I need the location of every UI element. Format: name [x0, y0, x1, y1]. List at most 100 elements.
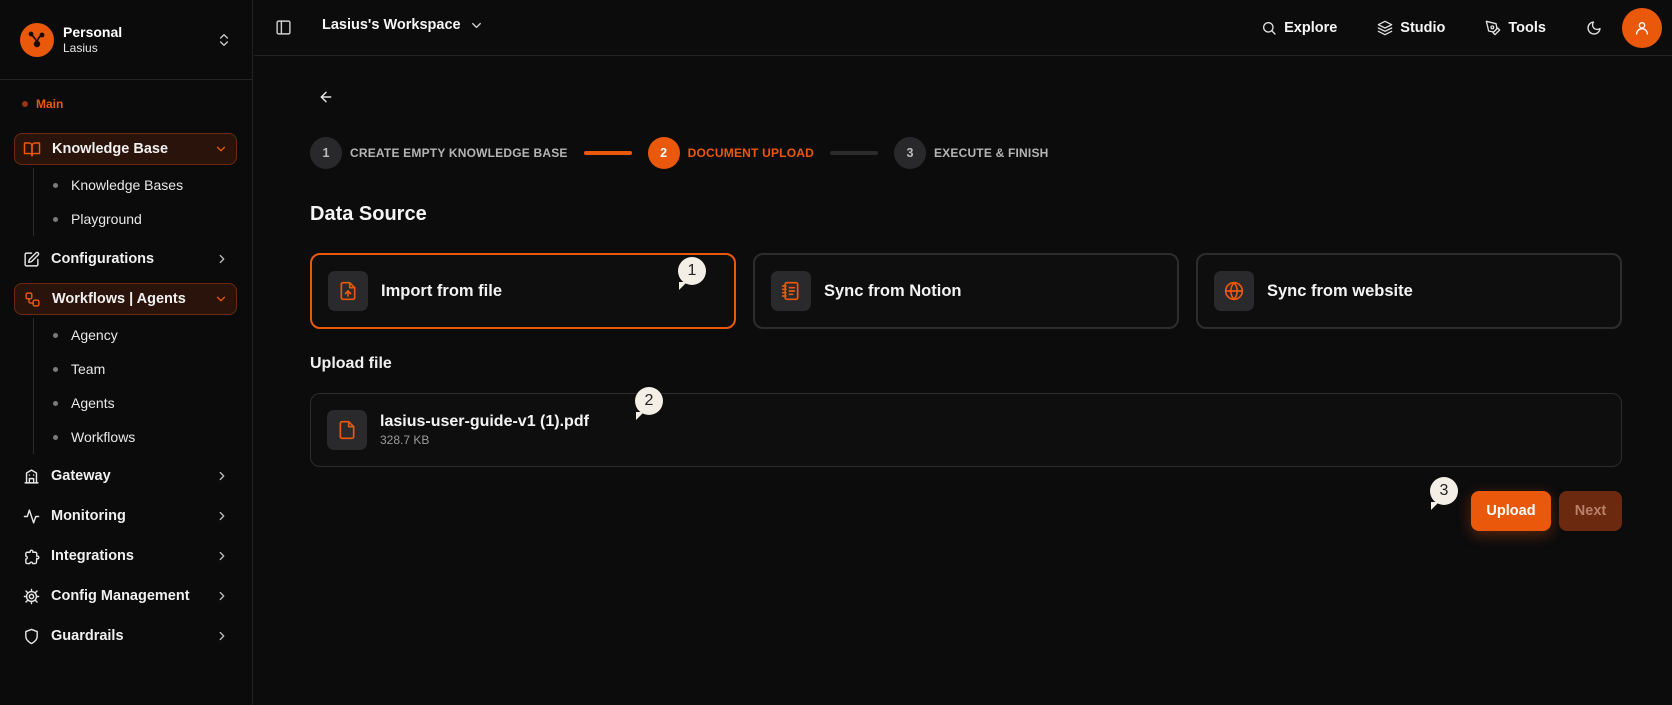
- sidebar-item-monitoring[interactable]: Monitoring: [14, 500, 237, 532]
- nav-explore[interactable]: Explore: [1261, 20, 1337, 36]
- sidebar-item-label: Config Management: [51, 588, 190, 604]
- sidebar-item-workflows[interactable]: Workflows: [34, 420, 135, 454]
- sidebar-item-label: Knowledge Base: [52, 141, 169, 157]
- account-switcher[interactable]: Personal Lasius: [0, 0, 252, 80]
- search-icon: [1261, 20, 1277, 36]
- sidebar-item-config-management[interactable]: Config Management: [14, 580, 237, 612]
- sidebar-item-configurations[interactable]: Configurations: [14, 243, 237, 275]
- sidebar-item-gateway[interactable]: Gateway: [14, 460, 237, 492]
- chevron-right-icon: [215, 589, 229, 603]
- chevron-right-icon: [215, 549, 229, 563]
- step-document-upload: 2 DOCUMENT UPLOAD: [647, 137, 814, 169]
- workflows-submenu: Agency Team Agents Workflows: [33, 318, 135, 454]
- sidebar-item-label: Guardrails: [51, 628, 124, 644]
- globe-icon: [1214, 271, 1254, 311]
- step-number: 2: [647, 137, 680, 169]
- step-execute-finish: 3 EXECUTE & FINISH: [893, 137, 1049, 169]
- step-connector: [829, 151, 878, 155]
- step-label: DOCUMENT UPLOAD: [687, 146, 814, 160]
- nav-studio-label: Studio: [1400, 20, 1446, 36]
- source-label: Sync from website: [1267, 281, 1413, 300]
- data-source-title: Data Source: [310, 203, 427, 225]
- avatar[interactable]: [1622, 8, 1662, 48]
- back-arrow-icon[interactable]: [318, 89, 334, 105]
- chevron-down-icon: [214, 292, 228, 306]
- sidebar-item-playground[interactable]: Playground: [34, 202, 183, 236]
- section-dot: [22, 101, 28, 107]
- workspace-selector[interactable]: Lasius's Workspace: [322, 17, 484, 33]
- nav-explore-label: Explore: [1284, 20, 1338, 36]
- sidebar-item-label: Gateway: [51, 468, 111, 484]
- source-import-from-file[interactable]: Import from file: [310, 253, 736, 329]
- sidebar-item-label: Knowledge Bases: [71, 177, 184, 193]
- annotation-callout-3: 3: [1430, 477, 1458, 510]
- uploaded-file-item[interactable]: lasius-user-guide-v1 (1).pdf 328.7 KB: [310, 393, 1622, 467]
- workflow-icon: [22, 289, 42, 309]
- user-icon: [1634, 20, 1650, 36]
- next-button[interactable]: Next: [1559, 491, 1622, 531]
- chevron-down-icon: [469, 18, 484, 33]
- gear-icon: [21, 586, 41, 606]
- sidebar-item-label: Monitoring: [51, 508, 126, 524]
- sidebar-item-label: Agents: [71, 395, 115, 411]
- sidebar-item-team[interactable]: Team: [34, 352, 135, 386]
- sidebar-section-main: Main: [22, 97, 63, 111]
- step-number: 3: [893, 137, 926, 169]
- book-open-icon: [22, 139, 42, 159]
- source-sync-notion[interactable]: Sync from Notion: [753, 253, 1179, 329]
- sidebar-item-label: Agency: [71, 327, 118, 343]
- sidebar-item-knowledge-base[interactable]: Knowledge Base: [14, 133, 237, 165]
- chevron-right-icon: [215, 252, 229, 266]
- upload-button[interactable]: Upload: [1471, 491, 1551, 531]
- sidebar-item-guardrails[interactable]: Guardrails: [14, 620, 237, 652]
- step-create-knowledge-base: 1 CREATE EMPTY KNOWLEDGE BASE: [310, 137, 568, 169]
- tools-icon: [1485, 20, 1501, 36]
- sidebar-item-label: Integrations: [51, 548, 134, 564]
- chevron-down-icon: [214, 142, 228, 156]
- notebook-icon: [771, 271, 811, 311]
- sidebar-item-label: Configurations: [51, 251, 155, 267]
- file-name: lasius-user-guide-v1 (1).pdf: [380, 413, 589, 430]
- layers-icon: [1377, 20, 1393, 36]
- sidebar-item-integrations[interactable]: Integrations: [14, 540, 237, 572]
- sidebar-item-label: Playground: [71, 211, 142, 227]
- sidebar-toggle-icon[interactable]: [275, 19, 292, 36]
- moon-icon[interactable]: [1586, 20, 1602, 36]
- nav-tools[interactable]: Tools: [1485, 20, 1546, 36]
- top-header: Lasius's Workspace Explore Studio Tools: [254, 0, 1672, 56]
- edit-square-icon: [21, 249, 41, 269]
- sidebar-item-label: Workflows: [71, 429, 136, 445]
- sidebar-item-knowledge-bases[interactable]: Knowledge Bases: [34, 168, 183, 202]
- sidebar-item-workflows-agents[interactable]: Workflows | Agents: [14, 283, 237, 315]
- puzzle-icon: [21, 546, 41, 566]
- brand-logo-icon: [20, 22, 54, 57]
- top-nav: Explore Studio Tools: [1261, 0, 1672, 56]
- nav-tools-label: Tools: [1508, 20, 1546, 36]
- source-label: Import from file: [381, 281, 503, 300]
- sidebar: Personal Lasius Main Knowledge Base Know…: [0, 0, 253, 705]
- nav-studio[interactable]: Studio: [1377, 20, 1445, 36]
- file-icon: [327, 410, 367, 450]
- annotation-callout-1: 1: [678, 257, 706, 290]
- sidebar-item-label: Workflows | Agents: [52, 291, 186, 307]
- sidebar-item-agency[interactable]: Agency: [34, 318, 135, 352]
- source-sync-website[interactable]: Sync from website: [1196, 253, 1622, 329]
- file-upload-icon: [328, 271, 368, 311]
- step-label: EXECUTE & FINISH: [933, 146, 1049, 160]
- activity-icon: [21, 506, 41, 526]
- workspace-name: Lasius's Workspace: [322, 17, 461, 33]
- account-user: Lasius: [63, 40, 98, 55]
- knowledge-base-submenu: Knowledge Bases Playground: [33, 168, 183, 236]
- chevron-right-icon: [215, 469, 229, 483]
- source-label: Sync from Notion: [824, 281, 962, 300]
- chevron-right-icon: [215, 629, 229, 643]
- stepper: 1 CREATE EMPTY KNOWLEDGE BASE 2 DOCUMENT…: [310, 137, 1049, 169]
- step-label: CREATE EMPTY KNOWLEDGE BASE: [350, 146, 568, 160]
- annotation-callout-2: 2: [635, 387, 663, 420]
- sidebar-item-label: Team: [71, 361, 106, 377]
- account-name: Personal: [63, 23, 123, 40]
- chevrons-up-down-icon: [216, 32, 232, 48]
- sidebar-item-agents[interactable]: Agents: [34, 386, 135, 420]
- gateway-icon: [21, 466, 41, 486]
- shield-icon: [21, 626, 41, 646]
